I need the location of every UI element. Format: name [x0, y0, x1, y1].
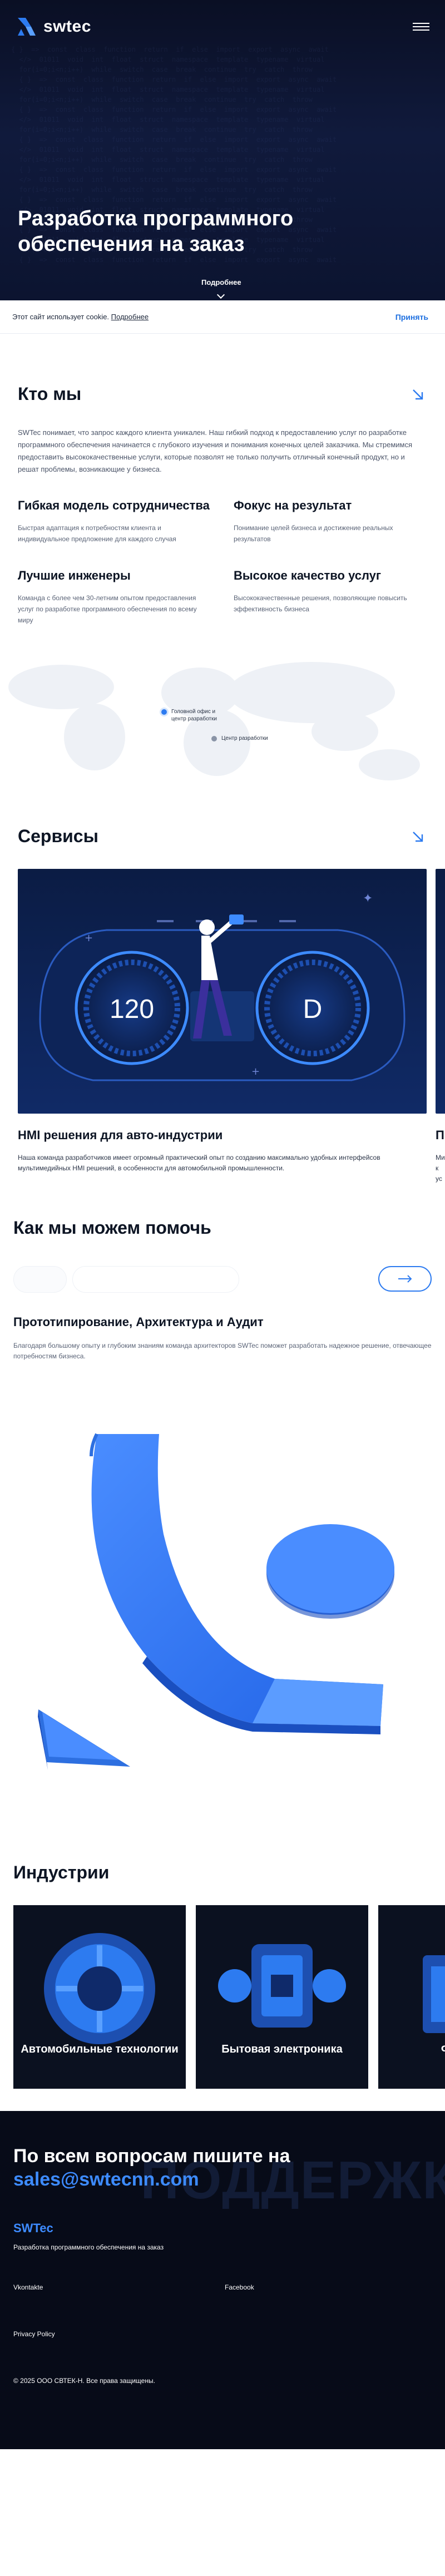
footer-link-vkontakte[interactable]: Vkontakte	[13, 2283, 225, 2291]
footer-links: Vkontakte Facebook Privacy Policy	[13, 2283, 432, 2338]
footer-contact-line: По всем вопросам пишите на	[13, 2145, 290, 2167]
map-legend: Головной офис и центр разработки Центр р…	[161, 708, 268, 754]
service-card-next-image	[436, 869, 445, 1114]
footer-copyright: © 2025 ООО СВТЕК-Н. Все права защищены.	[13, 2377, 155, 2385]
service-card[interactable]: 120 D ✦ + + HMI решения для авто-индустр…	[18, 869, 427, 1184]
feature-title: Гибкая модель сотрудничества	[18, 498, 210, 512]
footer-email-link[interactable]: sales@swtecnn.com	[13, 2168, 199, 2191]
speed-readout: 120	[110, 995, 154, 1024]
chip-illustration	[218, 1944, 346, 2028]
svg-text:+: +	[85, 932, 93, 944]
feature-title: Лучшие инженеры	[18, 568, 131, 582]
legend-hq-label: Головной офис и центр разработки	[171, 709, 217, 722]
cookie-message: Этот сайт использует cookie.	[12, 313, 110, 321]
help-tabs	[13, 1266, 432, 1293]
hq-marker-icon	[161, 709, 167, 715]
industry-next-illustration	[423, 1955, 445, 2033]
feature-desc: Команда с более чем 30-летним опытом пре…	[18, 594, 197, 624]
about-paragraph: SWTec понимает, что запрос каждого клиен…	[18, 428, 413, 473]
arrow-down-right-icon[interactable]	[412, 388, 424, 401]
dashboard-illustration: 120 D ✦ + +	[18, 869, 427, 1114]
svg-text:+: +	[251, 1066, 260, 1077]
footer-link-facebook[interactable]: Facebook	[225, 2283, 432, 2291]
industries-carousel: Автомобильные технологии Бытовая электро…	[13, 1905, 445, 2089]
hero-more-link[interactable]: Подробнее	[201, 278, 241, 286]
dev-marker-icon	[211, 736, 217, 741]
hamburger-icon[interactable]	[413, 19, 429, 34]
world-map: Головной офис и центр разработки Центр р…	[0, 648, 445, 798]
top-bar: swtec	[0, 0, 445, 53]
feature-desc: Высококачественные решения, позволяющие …	[234, 594, 407, 613]
services-section: Сервисы 120 D ✦ + + HMI решения для авто…	[0, 798, 445, 1184]
industry-label: Ф	[378, 2042, 445, 2056]
logo-mark-icon	[18, 18, 36, 36]
industry-card-next[interactable]: Ф	[378, 1905, 445, 2089]
feature-title: Фокус на результат	[234, 498, 352, 512]
svg-text:✦: ✦	[363, 892, 373, 906]
legend-dev-label: Центр разработки	[221, 735, 268, 741]
cookie-accept-button[interactable]: Принять	[395, 313, 428, 322]
arrow-right-icon	[398, 1275, 412, 1283]
hero-title: Разработка программного обеспечения на з…	[18, 207, 294, 256]
legend-dev: Центр разработки	[161, 735, 268, 742]
next-button[interactable]	[378, 1266, 432, 1292]
architecture-illustration	[13, 1423, 432, 1823]
feature-desc: Быстрая адаптация к потребностям клиента…	[18, 524, 176, 543]
feature-item: Гибкая модель сотрудничества Быстрая ада…	[18, 497, 211, 545]
help-section: Как мы можем помочь Прототипирование, Ар…	[0, 1184, 445, 1823]
legend-hq: Головной офис и центр разработки	[161, 708, 268, 723]
about-heading: Кто мы	[18, 384, 82, 404]
services-carousel: 120 D ✦ + + HMI решения для авто-индустр…	[18, 869, 445, 1184]
hero: { } => const class function return if el…	[0, 0, 445, 300]
help-tab[interactable]	[13, 1266, 67, 1293]
industry-card-electronics[interactable]: Бытовая электроника	[196, 1905, 368, 2089]
cookie-banner: Этот сайт использует cookie. Подробнее П…	[0, 300, 445, 334]
service-card-title: HMI решения для авто-индустрии	[18, 1128, 223, 1142]
help-item-desc: Благодаря большому опыту и глубоким знан…	[13, 1342, 432, 1360]
feature-item: Лучшие инженеры Команда с более чем 30-л…	[18, 567, 211, 626]
service-card-next-title: П	[436, 1128, 444, 1142]
footer-link-privacy[interactable]: Privacy Policy	[13, 2330, 225, 2338]
about-section: Кто мы SWTec понимает, что запрос каждог…	[0, 334, 445, 626]
feature-item: Высокое качество услуг Высококачественны…	[234, 567, 427, 626]
help-tab[interactable]	[72, 1266, 239, 1293]
help-heading: Как мы можем помочь	[13, 1218, 211, 1238]
arrow-down-right-icon[interactable]	[412, 830, 424, 843]
industry-card-auto[interactable]: Автомобильные технологии	[13, 1905, 186, 2089]
features-grid: Гибкая модель сотрудничества Быстрая ада…	[18, 497, 427, 626]
footer-tagline: Разработка программного обеспечения на з…	[13, 2243, 164, 2251]
services-heading: Сервисы	[18, 826, 98, 846]
footer: ПОДДЕРЖК По всем вопросам пишите на sale…	[0, 2111, 445, 2449]
feature-title: Высокое качество услуг	[234, 568, 382, 582]
feature-desc: Понимание целей бизнеса и достижение реа…	[234, 524, 393, 543]
cookie-text: Этот сайт использует cookie. Подробнее	[12, 313, 149, 321]
gear-readout: D	[303, 995, 323, 1024]
wheel-illustration	[44, 1933, 155, 2044]
industries-heading: Индустрии	[13, 1862, 110, 1882]
service-card-next-desc: Ми к ус	[436, 1154, 445, 1183]
industry-label: Бытовая электроника	[221, 2043, 343, 2055]
service-card-desc: Наша команда разработчиков имеет огромны…	[18, 1154, 380, 1172]
footer-brand: SWTec	[13, 2221, 53, 2235]
service-card-next[interactable]: П Ми к ус	[436, 869, 445, 1184]
industries-section: Индустрии Автомобильные технологии Бытов…	[0, 1823, 445, 2089]
logo[interactable]: swtec	[16, 16, 91, 38]
cookie-more-link[interactable]: Подробнее	[111, 313, 149, 321]
logo-text: swtec	[43, 17, 91, 36]
help-item-title: Прототипирование, Архитектура и Аудит	[13, 1315, 264, 1329]
feature-item: Фокус на результат Понимание целей бизне…	[234, 497, 427, 545]
industry-label: Автомобильные технологии	[21, 2043, 179, 2055]
